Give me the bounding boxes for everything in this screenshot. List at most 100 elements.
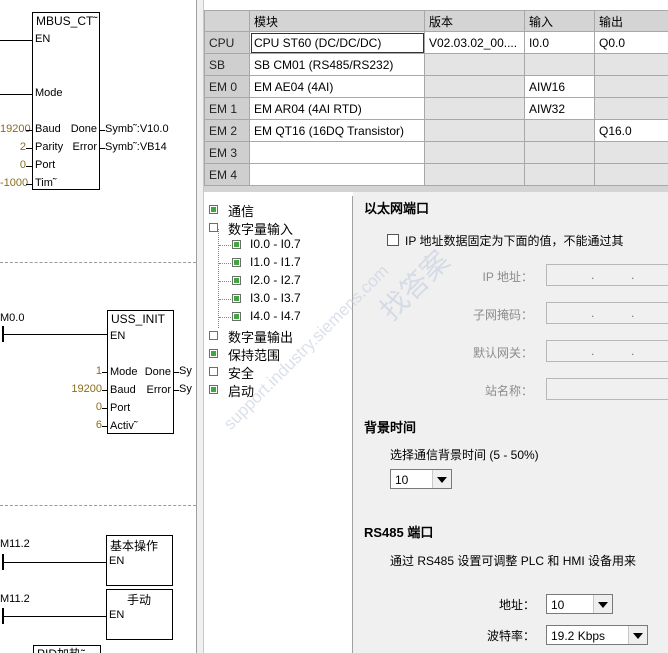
mode-wire — [0, 94, 33, 95]
version-cell[interactable] — [424, 75, 525, 98]
output-cell[interactable]: Q16.0 — [594, 119, 668, 142]
uss-done-output[interactable]: Sy — [179, 365, 192, 377]
mbus-parity-value[interactable]: 2 — [0, 141, 26, 153]
tree-item-di-group[interactable]: I1.0 - I1.7 — [232, 255, 301, 269]
ip-dot: . — [591, 268, 595, 282]
table-header-row: 模块 版本 输入 输出 — [204, 10, 668, 32]
tree-item-di-group[interactable]: I0.0 - I0.7 — [232, 237, 301, 251]
tree-item-security[interactable]: 安全 — [209, 363, 254, 382]
station-name-field[interactable] — [546, 378, 668, 400]
manual-contact-address[interactable]: M11.2 — [0, 593, 30, 605]
row-header[interactable]: EM 0 — [204, 75, 250, 98]
uss-active-pin: Activ˜ — [110, 420, 138, 432]
background-time-select[interactable]: 10 — [390, 469, 452, 489]
mbus-timeout-value[interactable]: -1000 — [0, 177, 28, 189]
ip-dot: . — [591, 306, 595, 320]
version-cell[interactable] — [424, 163, 525, 186]
power-rail-wire — [0, 40, 33, 41]
manual-block[interactable]: 手动 EN — [106, 589, 173, 640]
col-header-output: 输出 — [594, 10, 668, 32]
module-cell[interactable]: EM AE04 (4AI) — [249, 75, 425, 98]
uss-mode-value[interactable]: 1 — [70, 365, 102, 377]
uss-init-block[interactable]: USS_INIT EN Mode Baud Port Activ˜ Done E… — [107, 310, 174, 434]
basic-operation-block[interactable]: 基本操作 EN — [106, 535, 173, 586]
output-cell[interactable] — [594, 141, 668, 164]
input-cell[interactable]: AIW32 — [524, 97, 595, 120]
input-cell[interactable] — [524, 53, 595, 76]
mbus-done-output[interactable]: Symb˜:V10.0 — [105, 123, 169, 135]
basic-contact-address[interactable]: M11.2 — [0, 538, 30, 550]
row-header[interactable]: EM 4 — [204, 163, 250, 186]
input-cell[interactable]: I0.0 — [524, 31, 595, 54]
gateway-field[interactable]: . . — [546, 340, 668, 362]
mbus-error-output[interactable]: Symb˜:VB14 — [105, 141, 167, 153]
table-row[interactable]: CPU CPU ST60 (DC/DC/DC) V02.03.02_00....… — [204, 31, 668, 54]
tree-connector — [219, 299, 233, 300]
mbus-port-value[interactable]: 0 — [0, 159, 26, 171]
version-cell[interactable] — [424, 53, 525, 76]
tree-item-startup[interactable]: 启动 — [209, 381, 254, 400]
row-header[interactable]: CPU — [204, 31, 250, 54]
input-cell[interactable] — [524, 141, 595, 164]
version-cell[interactable]: V02.03.02_00.... — [424, 31, 525, 54]
table-row[interactable]: EM 1 EM AR04 (4AI RTD) AIW32 — [204, 97, 668, 120]
mbus-baud-value[interactable]: 19200 — [0, 123, 31, 135]
ip-fixed-checkbox[interactable] — [387, 234, 399, 246]
pane-splitter[interactable] — [196, 0, 204, 653]
table-row[interactable]: EM 4 — [204, 163, 668, 186]
tree-item-digital-input[interactable]: 数字量输入 — [209, 219, 293, 238]
row-header[interactable]: SB — [204, 53, 250, 76]
uss-active-value[interactable]: 6 — [70, 419, 102, 431]
wire — [26, 166, 33, 167]
version-cell[interactable] — [424, 119, 525, 142]
version-cell[interactable] — [424, 97, 525, 120]
tree-item-retentive[interactable]: 保持范围 — [209, 345, 280, 364]
tree-item-di-group[interactable]: I4.0 - I4.7 — [232, 309, 301, 323]
input-cell[interactable]: AIW16 — [524, 75, 595, 98]
ladder-editor-pane[interactable]: MBUS_CT˜ EN Mode Baud Parity Port Tim˜ D… — [0, 0, 196, 653]
network-divider — [0, 262, 196, 263]
input-cell[interactable] — [524, 163, 595, 186]
address-select[interactable]: 10 — [546, 594, 613, 614]
uss-baud-value[interactable]: 19200 — [62, 383, 102, 395]
row-header[interactable]: EM 2 — [204, 119, 250, 142]
table-row[interactable]: EM 2 EM QT16 (16DQ Transistor) Q16.0 — [204, 119, 668, 142]
output-cell[interactable] — [594, 75, 668, 98]
ip-address-field[interactable]: . . — [546, 264, 668, 286]
pid-heating-block[interactable]: PID加热˜ — [33, 645, 101, 653]
tree-item-di-group[interactable]: I3.0 - I3.7 — [232, 291, 301, 305]
row-header[interactable]: EM 3 — [204, 141, 250, 164]
ip-fixed-label: IP 地址数据固定为下面的值，不能通过其 — [405, 234, 624, 248]
output-cell[interactable] — [594, 97, 668, 120]
tree-item-communication[interactable]: 通信 — [209, 201, 254, 220]
subnet-mask-field[interactable]: . . — [546, 302, 668, 324]
output-cell[interactable] — [594, 53, 668, 76]
module-cell[interactable] — [249, 163, 425, 186]
tree-item-digital-output[interactable]: 数字量输出 — [209, 327, 293, 346]
baud-rate-select[interactable]: 19.2 Kbps — [546, 625, 648, 645]
module-cell[interactable]: EM QT16 (16DQ Transistor) — [249, 119, 425, 142]
uss-contact-address[interactable]: M0.0 — [0, 312, 24, 324]
version-cell[interactable] — [424, 141, 525, 164]
row-header[interactable]: EM 1 — [204, 97, 250, 120]
uss-port-value[interactable]: 0 — [70, 401, 102, 413]
table-row[interactable]: EM 0 EM AE04 (4AI) AIW16 — [204, 75, 668, 98]
input-cell[interactable] — [524, 119, 595, 142]
tree-item-di-group[interactable]: I2.0 - I2.7 — [232, 273, 301, 287]
config-tree[interactable]: 通信 数字量输入 I0.0 - I0.7 I1.0 - I1.7 I2.0 - … — [204, 196, 353, 653]
table-row[interactable]: SB SB CM01 (RS485/RS232) — [204, 53, 668, 76]
output-cell[interactable]: Q0.0 — [594, 31, 668, 54]
module-cell[interactable]: EM AR04 (4AI RTD) — [249, 97, 425, 120]
output-cell[interactable] — [594, 163, 668, 186]
mbus-ctrl-block[interactable]: MBUS_CT˜ EN Mode Baud Parity Port Tim˜ D… — [32, 12, 100, 190]
ip-dot: . — [591, 344, 595, 358]
uss-error-output[interactable]: Sy — [179, 383, 192, 395]
mbus-baud-pin: Baud — [35, 123, 61, 135]
table-row[interactable]: EM 3 — [204, 141, 668, 164]
module-cell[interactable]: SB CM01 (RS485/RS232) — [249, 53, 425, 76]
module-cell[interactable]: CPU ST60 (DC/DC/DC) — [249, 31, 425, 54]
wire — [3, 616, 107, 617]
ip-dot: . — [631, 268, 635, 282]
module-cell[interactable] — [249, 141, 425, 164]
mbus-timeout-pin: Tim˜ — [35, 177, 57, 189]
